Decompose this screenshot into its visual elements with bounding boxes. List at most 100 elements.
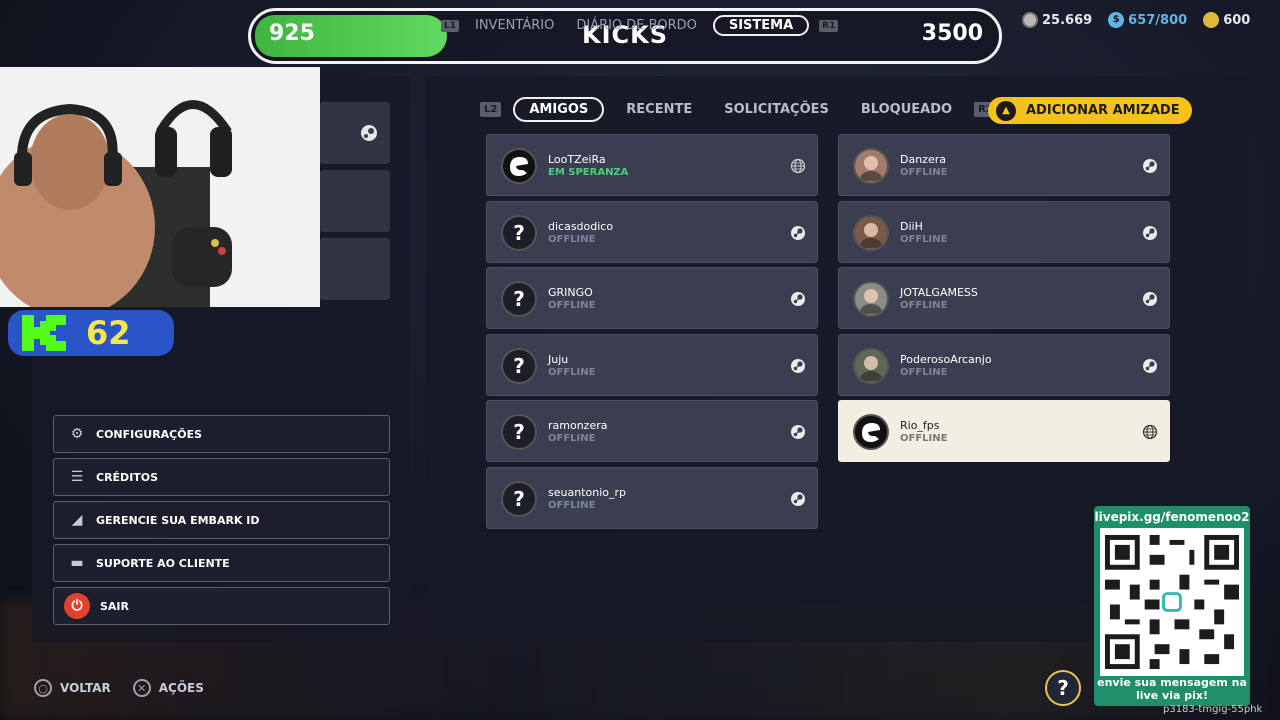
menu-embark-id[interactable]: ◢ GERENCIE SUA EMBARK ID (53, 501, 390, 539)
avatar-photo (853, 214, 889, 251)
unknown-avatar-icon: ? (501, 347, 537, 384)
livepix-qr-card: livepix.gg/fenomenoo2 envie sua mensagem… (1094, 506, 1250, 706)
bottom-hints: ○ VOLTAR ✕ AÇÕES (34, 679, 204, 697)
friend-card[interactable]: ? dicasdodico OFFLINE (486, 200, 818, 263)
friend-card[interactable]: ? seuantonio_rp OFFLINE (486, 467, 818, 529)
r1-hint: R1 (819, 19, 839, 32)
friend-status: OFFLINE (900, 167, 948, 178)
steam-icon (789, 224, 807, 242)
steam-icon (789, 423, 807, 441)
friend-card[interactable]: LooTZeiRa EM SPERANZA (486, 134, 818, 196)
menu-label: CONFIGURAÇÕES (96, 427, 203, 441)
actions-label: AÇÕES (158, 681, 204, 695)
friend-status: OFFLINE (900, 233, 948, 245)
menu-configuracoes[interactable]: ⚙ CONFIGURAÇÕES (53, 415, 390, 453)
embark-logo-icon (501, 148, 537, 184)
menu-stub-2[interactable] (320, 170, 390, 232)
back-hint[interactable]: ○ VOLTAR (34, 679, 111, 697)
friend-card[interactable]: PoderosoArcanjo OFFLINE (838, 333, 1170, 396)
friend-card[interactable]: ? GRINGO OFFLINE (486, 267, 818, 330)
friend-status: OFFLINE (548, 300, 596, 312)
webcam-image (0, 67, 320, 307)
top-nav: L1 INVENTÁRIO DIÁRIO DE BORDO SISTEMA R1 (441, 15, 839, 36)
steam-icon (789, 290, 807, 308)
gear-icon: ⚙ (70, 426, 84, 442)
currency-dollar: $ 657/800 (1108, 12, 1187, 28)
vres-coin-icon (1022, 12, 1038, 28)
embark-icon: ◢ (71, 512, 83, 528)
tab-solicitacoes[interactable]: SOLICITAÇÕES (714, 98, 839, 121)
kick-count: 62 (86, 314, 131, 352)
menu-label: SUPORTE AO CLIENTE (96, 556, 230, 570)
currency-multibucks: 600 (1203, 12, 1250, 28)
unknown-avatar-icon: ? (501, 481, 537, 517)
avatar-photo (853, 148, 889, 184)
menu-label: SAIR (100, 599, 129, 613)
currency-dollar-value: 657/800 (1128, 12, 1188, 28)
menu-label: CRÉDITOS (96, 470, 159, 484)
friend-name: dicasdodico (548, 219, 614, 233)
tab-amigos[interactable]: AMIGOS (513, 97, 605, 122)
triangle-button-icon: ▲ (996, 100, 1016, 121)
menu-label: GERENCIE SUA EMBARK ID (96, 513, 260, 527)
steam-icon (1141, 357, 1159, 375)
friend-name: Rio_fps (900, 419, 940, 433)
steam-icon (1141, 157, 1159, 175)
menu-suporte[interactable]: ▬ SUPORTE AO CLIENTE (53, 544, 390, 582)
friend-status: OFFLINE (548, 366, 596, 378)
friend-name: DiiH (900, 219, 923, 233)
currency-bar: 25.669 $ 657/800 600 (1022, 12, 1250, 28)
friend-card[interactable]: ? ramonzera OFFLINE (486, 400, 818, 463)
kick-logo-icon (22, 315, 66, 351)
menu-stub-3[interactable] (320, 238, 390, 300)
l2-hint: L2 (480, 102, 502, 117)
livepix-message: envie sua mensagem na live via pix! (1097, 676, 1247, 702)
kick-counter-badge: 62 (8, 310, 174, 356)
friend-card[interactable]: Danzera OFFLINE (838, 134, 1170, 196)
power-icon: ⏻ (64, 593, 90, 619)
friend-status: OFFLINE (900, 433, 948, 445)
friend-status: OFFLINE (900, 300, 948, 312)
livepix-url: livepix.gg/fenomenoo2 (1094, 510, 1250, 524)
friend-name: seuantonio_rp (548, 486, 626, 499)
menu-stub-1[interactable] (320, 102, 390, 164)
xp-target: 3500 (921, 21, 983, 46)
nav-inventario[interactable]: INVENTÁRIO (469, 16, 560, 35)
friend-name: LooTZeiRa (548, 153, 606, 166)
actions-hint[interactable]: ✕ AÇÕES (132, 679, 204, 697)
friend-status: OFFLINE (548, 433, 596, 445)
globe-icon (789, 157, 807, 175)
globe-icon (1141, 423, 1159, 441)
currency-vres-value: 25.669 (1042, 12, 1093, 28)
friends-tabs: L2 AMIGOS RECENTE SOLICITAÇÕES BLOQUEADO… (480, 97, 997, 122)
friend-name: GRINGO (548, 286, 593, 300)
qr-code-icon (1100, 528, 1244, 676)
session-code: p3183-tmgig-55phk (1163, 704, 1263, 715)
unknown-avatar-icon: ? (501, 281, 537, 318)
system-menu: ⚙ CONFIGURAÇÕES ☰ CRÉDITOS ◢ GERENCIE SU… (53, 415, 390, 625)
friend-card[interactable]: ? Juju OFFLINE (486, 333, 818, 396)
friend-status: OFFLINE (548, 233, 596, 245)
friend-card[interactable]: JOTALGAMESS OFFLINE (838, 267, 1170, 330)
currency-multibucks-value: 600 (1223, 12, 1251, 28)
currency-vres: 25.669 (1022, 12, 1092, 28)
webcam-overlay (0, 67, 320, 307)
cross-button-icon: ✕ (132, 679, 151, 697)
friend-status: EM SPERANZA (548, 167, 629, 178)
circle-button-icon: ○ (34, 679, 52, 697)
menu-sair[interactable]: ⏻ SAIR (53, 587, 390, 625)
unknown-avatar-icon: ? (501, 414, 537, 451)
tab-recente[interactable]: RECENTE (616, 98, 702, 121)
steam-icon (1141, 224, 1159, 242)
steam-icon (789, 490, 807, 508)
friend-card[interactable]: DiiH OFFLINE (838, 200, 1170, 263)
dollar-coin-icon: $ (1108, 12, 1125, 28)
friend-card[interactable]: Rio_fps OFFLINE (838, 400, 1170, 463)
menu-creditos[interactable]: ☰ CRÉDITOS (53, 458, 390, 496)
nav-diario[interactable]: DIÁRIO DE BORDO (570, 16, 703, 35)
friend-name: JOTALGAMESS (900, 286, 978, 300)
help-button[interactable]: ? (1045, 670, 1081, 706)
nav-sistema[interactable]: SISTEMA (712, 15, 810, 36)
tab-bloqueado[interactable]: BLOQUEADO (851, 98, 962, 121)
add-friend-button[interactable]: ▲ ADICIONAR AMIZADE (988, 97, 1192, 124)
